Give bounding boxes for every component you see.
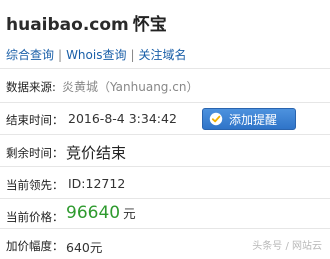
source-row: 数据来源: 炎黄城（Yanhuang.cn）: [0, 68, 330, 103]
increment-value: 640元: [66, 240, 103, 255]
remaining-time-label: 剩余时间：: [6, 146, 64, 160]
remaining-time-value: 竞价结束: [66, 144, 127, 162]
current-price-value-group: 96640 元: [66, 203, 136, 223]
tab-separator: |: [58, 48, 63, 62]
current-leader-label: 当前领先：: [6, 178, 64, 192]
end-time-value: 2016-8-4 3:34:42: [68, 111, 177, 126]
end-time-label: 结束时间：: [6, 113, 64, 127]
page-title: huaibao.com 怀宝: [6, 10, 167, 35]
watermark: 头条号 / 网站云: [252, 241, 322, 252]
tab-comprehensive-query[interactable]: 综合查询: [6, 48, 54, 62]
domain-name-cn: 怀宝: [132, 15, 167, 35]
current-price-label: 当前价格：: [6, 210, 64, 224]
source-label: 数据来源:: [6, 80, 56, 94]
end-time-row: 结束时间： 2016-8-4 3:34:42 添加提醒: [0, 102, 330, 135]
add-reminder-button[interactable]: 添加提醒: [202, 108, 296, 130]
current-price-unit: 元: [123, 206, 136, 221]
add-reminder-label: 添加提醒: [229, 113, 278, 127]
source-value: 炎黄城（Yanhuang.cn）: [62, 80, 199, 94]
current-price-value: 96640: [66, 203, 121, 223]
query-tabs: 综合查询 | Whois查询 | 关注域名: [6, 46, 187, 63]
tab-whois-query[interactable]: Whois查询: [66, 48, 126, 62]
remaining-time-row: 剩余时间： 竞价结束: [0, 134, 330, 167]
domain-name: huaibao.com: [6, 15, 129, 35]
current-leader-row: 当前领先： ID:12712: [0, 166, 330, 199]
increment-label: 加价幅度：: [6, 239, 64, 253]
check-circle-icon: [209, 112, 223, 126]
tab-separator: |: [130, 48, 135, 62]
current-leader-value: ID:12712: [68, 176, 126, 191]
tab-follow-domain[interactable]: 关注域名: [139, 48, 187, 62]
current-price-row: 当前价格： 96640 元: [0, 198, 330, 229]
